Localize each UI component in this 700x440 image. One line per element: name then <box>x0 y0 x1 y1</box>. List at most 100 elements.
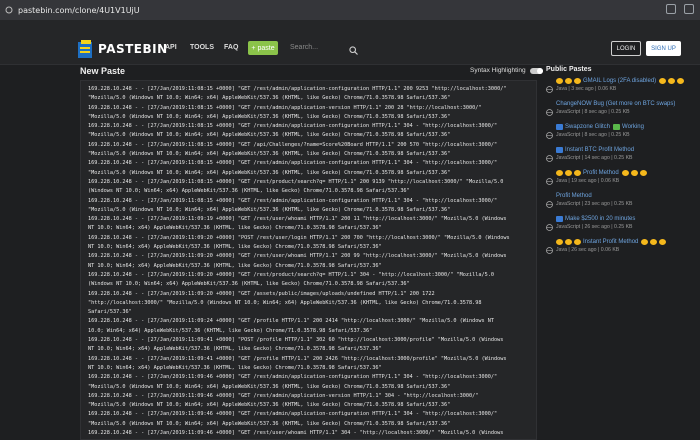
star-emoji-icon <box>668 78 676 84</box>
globe-icon <box>546 241 553 254</box>
paste-line: 169.228.10.248 - - [27/Jan/2019:11:09:24… <box>88 318 495 325</box>
paste-title[interactable]: ChangeNOW Bug (Get more on BTC swaps) <box>556 101 696 107</box>
public-paste-item[interactable]: Swapzone Glitch Working JavaScript | 8 sec… <box>546 124 696 147</box>
paste-line: 169.228.10.248 - - [27/Jan/2019:11:09:46… <box>88 429 504 436</box>
paste-title[interactable]: Instant BTC Profit Method <box>556 147 696 153</box>
paste-title-text[interactable]: Swapzone Glitch <box>565 124 610 130</box>
star-emoji-icon <box>565 239 572 245</box>
nav-faq[interactable]: FAQ <box>224 44 238 51</box>
paste-title[interactable]: GMAIL Logs (2FA disabled) <box>556 78 696 84</box>
paste-line: 169.228.10.248 - - [27/Jan/2019:11:09:20… <box>88 253 507 260</box>
paste-line: (Windows NT 10.0; Win64; x64) AppleWebKi… <box>88 188 410 195</box>
paste-line: "Mozilla/5.0 (Windows NT 10.0; Win64; x6… <box>88 95 451 102</box>
syntax-highlighting-toggle[interactable] <box>529 67 543 74</box>
public-paste-item[interactable]: Profit Method JavaScript | 23 sec ago | 0… <box>546 193 696 216</box>
paste-line: NT 10.0; Win64; x64) AppleWebKit/537.36 … <box>88 364 382 371</box>
paste-textarea[interactable]: 169.228.10.248 - - [27/Jan/2019:11:08:15… <box>80 80 537 440</box>
public-pastes-sidebar: Public Pastes GMAIL Logs (2FA disabled) J… <box>546 66 696 262</box>
paste-line: "Mozilla/5.0 (Windows NT 10.0; Win64; x6… <box>88 113 451 120</box>
paste-line: 169.228.10.248 - - [27/Jan/2019:11:09:19… <box>88 216 507 223</box>
site-info-icon[interactable] <box>4 5 14 15</box>
paste-line: "Mozilla/5.0 (Windows NT 10.0; Win64; x6… <box>88 151 451 158</box>
globe-icon <box>546 172 553 185</box>
paste-meta: Java | 3 sec ago | 0.06 KB <box>556 86 617 92</box>
star-emoji-icon <box>659 239 667 245</box>
paste-line: 169.228.10.248 - - [27/Jan/2019:11:09:41… <box>88 337 504 344</box>
public-paste-item[interactable]: Profit Method Java | 19 sec ago | 0.06 KB <box>546 170 696 193</box>
sidebar-title: Public Pastes <box>546 66 592 73</box>
paste-title[interactable]: Swapzone Glitch Working <box>556 124 696 130</box>
pastebin-logo[interactable]: PASTEBIN <box>78 40 168 58</box>
search-input[interactable]: Search... <box>290 44 318 51</box>
paste-title-text[interactable]: Make $2500 in 20 minutes <box>565 216 635 222</box>
emoji-icon <box>556 147 563 153</box>
login-button[interactable]: LOGIN <box>611 41 641 56</box>
new-paste-button[interactable]: + paste <box>248 41 278 55</box>
logo-text: PASTEBIN <box>98 42 168 56</box>
extensions-icon[interactable] <box>666 4 676 14</box>
paste-title[interactable]: Make $2500 in 20 minutes <box>556 216 696 222</box>
globe-icon <box>546 195 553 208</box>
star-emoji-icon <box>556 78 563 84</box>
star-emoji-icon <box>565 170 572 176</box>
paste-title-text[interactable]: Profit Method <box>556 193 592 199</box>
paste-line: "Mozilla/5.0 (Windows NT 10.0; Win64; x6… <box>88 420 451 427</box>
paste-line: 169.228.10.248 - - [27/Jan/2019:11:08:15… <box>88 160 498 167</box>
paste-title-suffix[interactable]: Working <box>622 124 644 130</box>
paste-line: Safari/537.36" <box>88 309 132 316</box>
globe-icon <box>546 149 553 162</box>
globe-icon <box>546 80 553 93</box>
paste-meta: JavaScript | 23 sec ago | 0.25 KB <box>556 201 633 207</box>
public-paste-item[interactable]: Instant Profit Method Java | 26 sec ago |… <box>546 239 696 262</box>
paste-line: "Mozilla/5.0 (Windows NT 10.0; Win64; x6… <box>88 169 451 176</box>
paste-line: NT 10.0; Win64; x64) AppleWebKit/537.36 … <box>88 262 382 269</box>
paste-line: 169.228.10.248 - - [27/Jan/2019:11:09:20… <box>88 234 510 241</box>
paste-line: 169.228.10.248 - - [27/Jan/2019:11:08:15… <box>88 197 498 204</box>
paste-title[interactable]: Profit Method <box>556 170 696 176</box>
star-emoji-icon <box>574 170 581 176</box>
signup-button[interactable]: SIGN UP <box>646 41 681 56</box>
paste-title-text[interactable]: ChangeNOW Bug (Get more on BTC swaps) <box>556 101 675 107</box>
plus-icon: + <box>251 44 256 52</box>
star-emoji-icon <box>621 170 629 176</box>
paste-line: 169.228.10.248 - - [27/Jan/2019:11:09:46… <box>88 392 479 399</box>
public-paste-item[interactable]: GMAIL Logs (2FA disabled) Java | 3 sec ag… <box>546 78 696 101</box>
star-emoji-icon <box>659 78 667 84</box>
paste-line: "Mozilla/5.0 (Windows NT 10.0; Win64; x6… <box>88 206 451 213</box>
paste-title-text[interactable]: Instant Profit Method <box>583 239 638 245</box>
paste-line: 169.228.10.248 - - [27/Jan/2019:11:08:15… <box>88 123 498 130</box>
syntax-highlighting-control[interactable]: Syntax Highlighting <box>470 67 543 74</box>
star-emoji-icon <box>677 78 685 84</box>
search-icon[interactable] <box>349 42 358 60</box>
public-paste-item[interactable]: ChangeNOW Bug (Get more on BTC swaps) Jav… <box>546 101 696 124</box>
url-text[interactable]: pastebin.com/clone/4U1V1UjU <box>18 6 140 15</box>
public-paste-item[interactable]: Make $2500 in 20 minutes JavaScript | 26 … <box>546 216 696 239</box>
nav-tools[interactable]: TOOLS <box>190 44 214 51</box>
paste-meta: JavaScript | 8 sec ago | 0.25 KB <box>556 109 630 115</box>
syntax-highlighting-label: Syntax Highlighting <box>470 67 526 74</box>
star-emoji-icon <box>650 239 658 245</box>
paste-title-text[interactable]: Instant BTC Profit Method <box>565 147 634 153</box>
paste-title[interactable]: Profit Method <box>556 193 696 199</box>
browser-address-bar[interactable]: pastebin.com/clone/4U1V1UjU <box>0 0 700 20</box>
paste-title-text[interactable]: Profit Method <box>583 170 619 176</box>
sidepanel-icon[interactable] <box>684 4 694 14</box>
paste-meta: JavaScript | 26 sec ago | 0.25 KB <box>556 224 633 230</box>
star-emoji-icon <box>556 170 563 176</box>
paste-line: 169.228.10.248 - - [27/Jan/2019:11:08:15… <box>88 104 482 111</box>
paste-line: (Windows NT 10.0; Win64; x64) AppleWebKi… <box>88 281 410 288</box>
star-emoji-icon <box>641 239 649 245</box>
nav-api[interactable]: API <box>165 44 177 51</box>
paste-line: NT 10.0; Win64; x64) AppleWebKit/537.36 … <box>88 244 382 251</box>
paste-title-text[interactable]: GMAIL Logs (2FA disabled) <box>583 78 656 84</box>
star-emoji-icon <box>574 78 581 84</box>
paste-line: "Mozilla/5.0 (Windows NT 10.0; Win64; x6… <box>88 383 451 390</box>
star-emoji-icon <box>565 78 572 84</box>
paste-meta: Java | 26 sec ago | 0.06 KB <box>556 247 620 253</box>
paste-title[interactable]: Instant Profit Method <box>556 239 696 245</box>
public-paste-item[interactable]: Instant BTC Profit Method JavaScript | 14… <box>546 147 696 170</box>
paste-line: 169.228.10.248 - - [27/Jan/2019:11:08:15… <box>88 141 498 148</box>
paste-line: NT 10.0; Win64; x64) AppleWebKit/537.36 … <box>88 225 382 232</box>
check-emoji-icon <box>613 124 621 130</box>
globe-icon <box>546 218 553 231</box>
